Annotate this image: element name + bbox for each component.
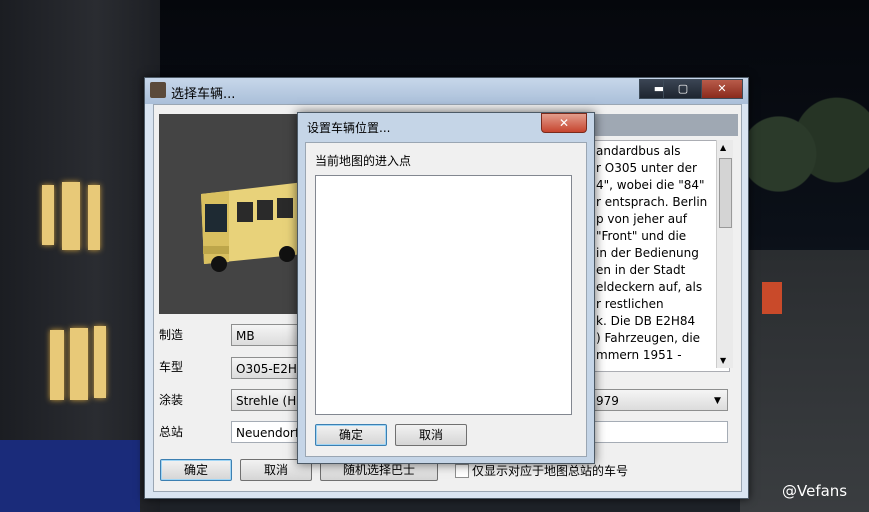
dialog-ok-button[interactable]: 确定 — [315, 424, 387, 446]
label-livery: 涂装 — [159, 393, 184, 407]
scroll-thumb[interactable] — [719, 158, 732, 228]
maximize-button[interactable]: ▢ — [663, 79, 703, 99]
dialog-close-button[interactable]: ✕ — [541, 113, 587, 133]
label-manufacturer: 制造 — [159, 328, 184, 342]
bus-preview — [159, 114, 304, 314]
scroll-down-icon[interactable]: ▼ — [720, 356, 726, 365]
bus-stop-sign — [762, 282, 782, 314]
livery-year-select[interactable]: 979 ▼ — [591, 389, 728, 411]
window-title: 选择车辆... — [171, 87, 236, 102]
watermark: @Vefans — [782, 482, 848, 500]
building-left — [0, 0, 160, 512]
label-depot: 总站 — [159, 425, 184, 439]
shop-signs — [0, 440, 140, 512]
entry-points-label: 当前地图的进入点 — [315, 154, 412, 168]
set-vehicle-position-dialog: 设置车辆位置... ✕ 当前地图的进入点 确定 取消 — [297, 112, 595, 464]
ok-button[interactable]: 确定 — [160, 459, 232, 481]
dialog-client: 当前地图的进入点 确定 取消 — [305, 142, 587, 457]
lit-window — [94, 326, 106, 398]
trees — [740, 70, 869, 210]
vehicle-description: andardbus als r O305 unter der 4", wobei… — [591, 140, 730, 372]
app-icon — [150, 82, 166, 98]
entry-points-list[interactable] — [315, 175, 572, 415]
description-scrollbar[interactable]: ▲ ▼ — [716, 140, 733, 368]
scroll-up-icon[interactable]: ▲ — [720, 143, 726, 152]
lit-window — [62, 182, 80, 250]
titlebar: 选择车辆... ▬ ▢ ✕ — [145, 78, 748, 104]
dialog-title: 设置车辆位置... — [307, 121, 391, 135]
lit-window — [70, 328, 88, 400]
dialog-cancel-button[interactable]: 取消 — [395, 424, 467, 446]
depot-extra-field[interactable] — [591, 421, 728, 443]
lit-window — [88, 185, 100, 250]
livery-year-value: 979 — [596, 394, 619, 408]
lit-window — [42, 185, 54, 245]
chevron-down-icon: ▼ — [714, 396, 721, 406]
bus-image — [159, 114, 304, 314]
depot-filter-checkbox[interactable] — [455, 464, 469, 478]
depot-filter-label: 仅显示对应于地图总站的车号 — [472, 464, 629, 478]
close-button[interactable]: ✕ — [701, 79, 743, 99]
label-model: 车型 — [159, 360, 184, 374]
lit-window — [50, 330, 64, 400]
street — [740, 250, 869, 512]
